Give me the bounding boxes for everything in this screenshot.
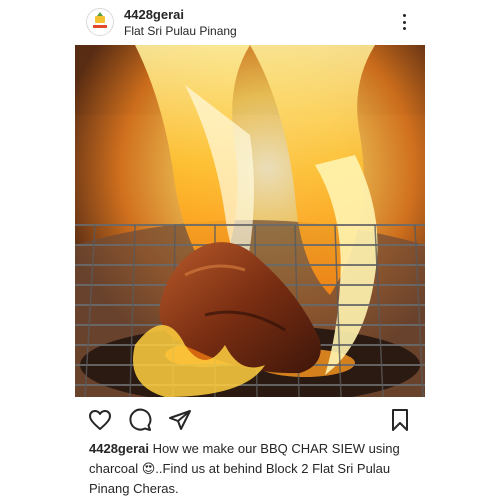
username[interactable]: 4428gerai — [124, 7, 184, 22]
caption: 4428gerai How we make our BBQ CHAR SIEW … — [89, 439, 419, 499]
avatar[interactable] — [86, 8, 114, 36]
gerai-logo-icon — [93, 12, 107, 28]
bbq-flame-image — [75, 45, 425, 397]
caption-username[interactable]: 4428gerai — [89, 441, 149, 456]
heart-icon[interactable] — [88, 408, 112, 432]
action-bar — [0, 404, 500, 434]
post-photo[interactable] — [75, 45, 425, 397]
location-link[interactable]: Flat Sri Pulau Pinang — [124, 24, 237, 38]
more-vertical-icon[interactable] — [396, 12, 412, 32]
comment-icon[interactable] — [128, 408, 152, 432]
bookmark-icon[interactable] — [388, 408, 412, 432]
paper-plane-icon[interactable] — [168, 408, 192, 432]
post-header: 4428gerai Flat Sri Pulau Pinang — [0, 0, 500, 44]
